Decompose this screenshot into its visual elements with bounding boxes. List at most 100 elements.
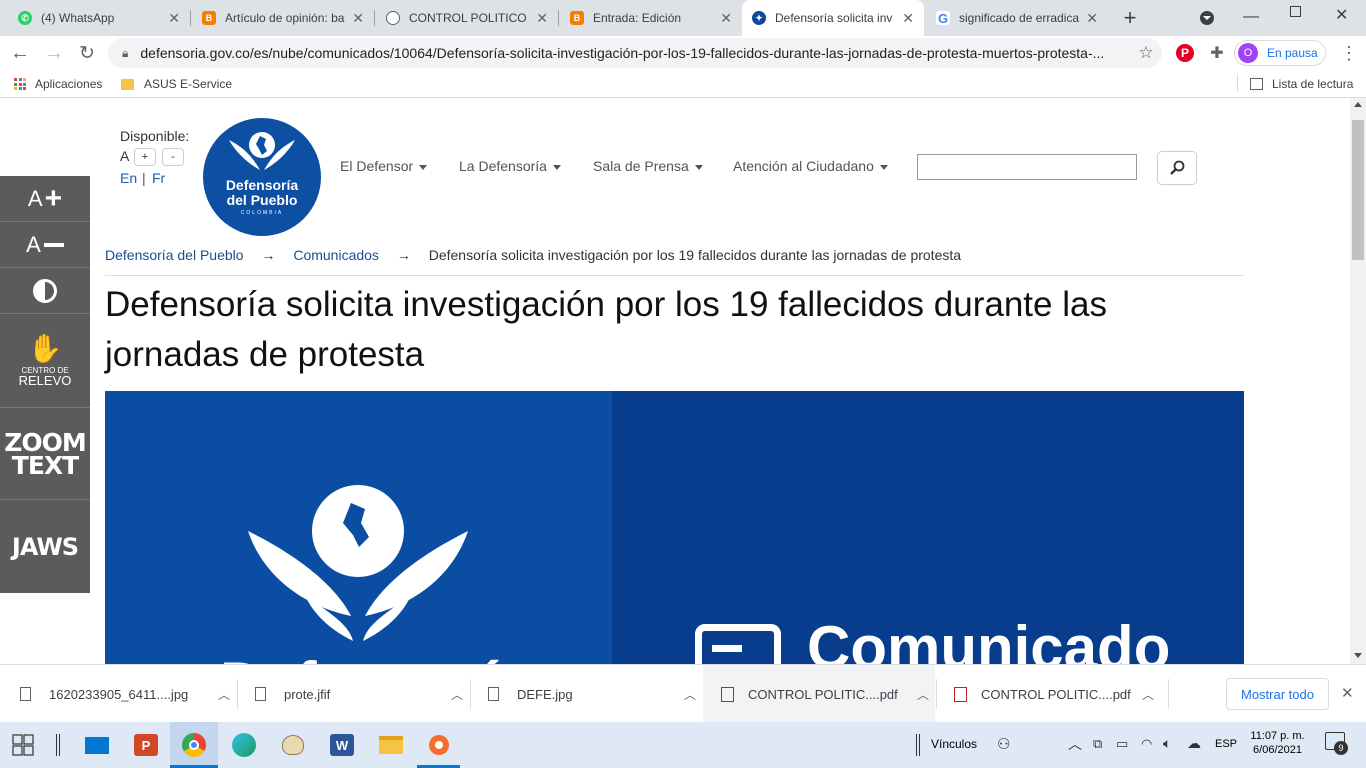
show-all-downloads-button[interactable]: Mostrar todo [1226,678,1329,710]
nav-label: Atención al Ciudadano [733,158,874,174]
system-clock[interactable]: 11:07 p. m. 6/06/2021 [1240,729,1315,757]
document-icon [695,624,781,664]
volume-icon[interactable]: 🔈︎ [1163,735,1171,752]
tab-control-politico[interactable]: CONTROL POLITICO Y ✕ [376,4,558,32]
links-toolbar[interactable]: Vínculos [931,737,977,751]
font-decrease-button[interactable]: - [162,148,184,166]
download-item[interactable]: CONTROL POLITIC....pdf ︿ [954,675,1154,713]
edge-app-icon[interactable] [229,731,259,759]
contrast-button[interactable] [0,268,90,314]
pdf-icon [721,686,734,702]
logo-line3: COLOMBIA [240,210,284,216]
close-icon[interactable]: ✕ [1341,684,1354,702]
tab-search-button[interactable] [1196,8,1218,28]
chevron-up-icon[interactable]: ︿ [917,686,929,703]
restore-button[interactable] [1290,6,1301,17]
chevron-up-icon[interactable]: ︿ [684,686,696,703]
windows-logo-icon [12,734,34,756]
download-item[interactable]: CONTROL POLITIC....pdf ︿ [721,675,929,713]
bookmark-star-icon[interactable]: ☆ [1134,41,1158,65]
nav-sala-de-prensa[interactable]: Sala de Prensa [593,158,703,174]
reading-list-button[interactable]: Lista de lectura [1250,77,1353,91]
chevron-up-icon[interactable]: ︿ [1142,686,1154,703]
wifi-icon[interactable]: ◠ [1141,736,1152,752]
start-button[interactable] [8,731,38,759]
download-item[interactable]: DEFE.jpg ︿ [488,675,696,713]
tab-entrada[interactable]: B Entrada: Edición ✕ [560,4,742,32]
chevron-up-icon[interactable]: ︿ [218,686,230,703]
tab-significado[interactable]: G significado de erradica ✕ [926,4,1108,32]
font-increase-button[interactable]: + [134,148,156,166]
address-bar[interactable]: 🔒︎ defensoria.gov.co/es/nube/comunicados… [108,38,1162,68]
mail-app-icon[interactable] [82,731,112,759]
reload-icon[interactable]: ↻ [75,41,99,65]
profile-status: En pausa [1267,46,1318,60]
profile-button[interactable]: O En pausa [1234,40,1326,66]
zoomtext-button[interactable]: ZOOM TEXT [0,408,90,500]
scroll-down-arrow[interactable] [1354,653,1362,658]
close-icon[interactable]: ✕ [352,10,364,27]
people-icon[interactable]: ⚇ [997,735,1010,753]
lang-en-link[interactable]: En [120,170,137,186]
network-icon[interactable]: ☁︎ [1187,735,1201,752]
tab-defensoria[interactable]: ✦ Defensoría solicita inv ✕ [742,0,924,36]
text-size-label: A [26,231,41,257]
zoom-line2: TEXT [11,450,79,480]
input-language[interactable]: ESP [1215,738,1237,750]
download-item[interactable]: prote.jfif ︿ [255,675,463,713]
whatsapp-icon: ✆ [18,11,32,25]
close-icon[interactable]: ✕ [902,10,914,27]
download-item[interactable]: 1620233905_6411....jpg ︿ [20,675,230,713]
pinterest-icon[interactable]: P [1176,44,1194,62]
decrease-text-button[interactable]: A [0,222,90,268]
breadcrumb-section-link[interactable]: Comunicados [293,247,379,263]
divider [1168,679,1169,709]
chrome-app-icon[interactable] [179,731,209,759]
divider [237,679,238,709]
scroll-up-arrow[interactable] [1354,102,1362,107]
close-window-button[interactable]: ✕ [1335,5,1348,25]
tab-articulo[interactable]: B Artículo de opinión: ba ✕ [192,4,374,32]
accessibility-sidebar: A + A ✋ CENTRO DE RELEVO ZOOM TEXT JAWS [0,176,90,593]
site-search-input[interactable] [917,154,1137,180]
divider [936,679,937,709]
centro-de-relevo-button[interactable]: ✋ CENTRO DE RELEVO [0,314,90,408]
tab-title: Defensoría solicita inv [775,11,893,25]
file-explorer-icon[interactable] [376,731,406,759]
chevron-up-icon[interactable]: ︿ [1068,734,1082,754]
increase-text-button[interactable]: A + [0,176,90,222]
close-icon[interactable]: ✕ [168,10,180,27]
site-search-button[interactable] [1157,151,1197,185]
nav-la-defensoria[interactable]: La Defensoría [459,158,561,174]
breadcrumb: Defensoría del Pueblo → Comunicados → De… [105,247,961,263]
doves-globe-icon [248,485,468,641]
nav-el-defensor[interactable]: El Defensor [340,158,428,174]
meet-now-icon[interactable]: ⧉ [1093,736,1102,752]
origin-app-icon[interactable] [424,731,454,759]
paint-app-icon[interactable] [278,731,308,759]
asus-bookmark[interactable]: ASUS E-Service [121,77,232,91]
lang-fr-link[interactable]: Fr [152,170,165,186]
close-icon[interactable]: ✕ [1086,10,1098,27]
battery-icon[interactable]: ▭ [1116,736,1128,752]
chevron-up-icon[interactable]: ︿ [451,686,463,703]
defensoria-logo[interactable]: Defensoría del Pueblo COLOMBIA [203,118,321,236]
word-app-icon[interactable]: W [327,731,357,759]
notifications-icon[interactable]: 9 [1325,732,1348,755]
close-icon[interactable]: ✕ [536,10,548,27]
toolbar-handle-icon [916,734,920,756]
forward-icon[interactable]: → [42,41,66,65]
breadcrumb-home-link[interactable]: Defensoría del Pueblo [105,247,244,263]
menu-icon[interactable]: ⋮ [1337,41,1361,65]
tab-whatsapp[interactable]: ✆ (4) WhatsApp ✕ [8,4,190,32]
apps-bookmark[interactable]: Aplicaciones [14,77,102,91]
extensions-icon[interactable]: ✚ [1205,41,1229,65]
minimize-button[interactable]: — [1243,8,1259,26]
back-icon[interactable]: ← [8,41,32,65]
nav-atencion-ciudadano[interactable]: Atención al Ciudadano [733,158,888,174]
close-icon[interactable]: ✕ [720,10,732,27]
scrollbar-thumb[interactable] [1352,120,1364,260]
new-tab-button[interactable]: + [1116,4,1144,32]
powerpoint-app-icon[interactable]: P [131,731,161,759]
jaws-button[interactable]: JAWS [0,500,90,593]
